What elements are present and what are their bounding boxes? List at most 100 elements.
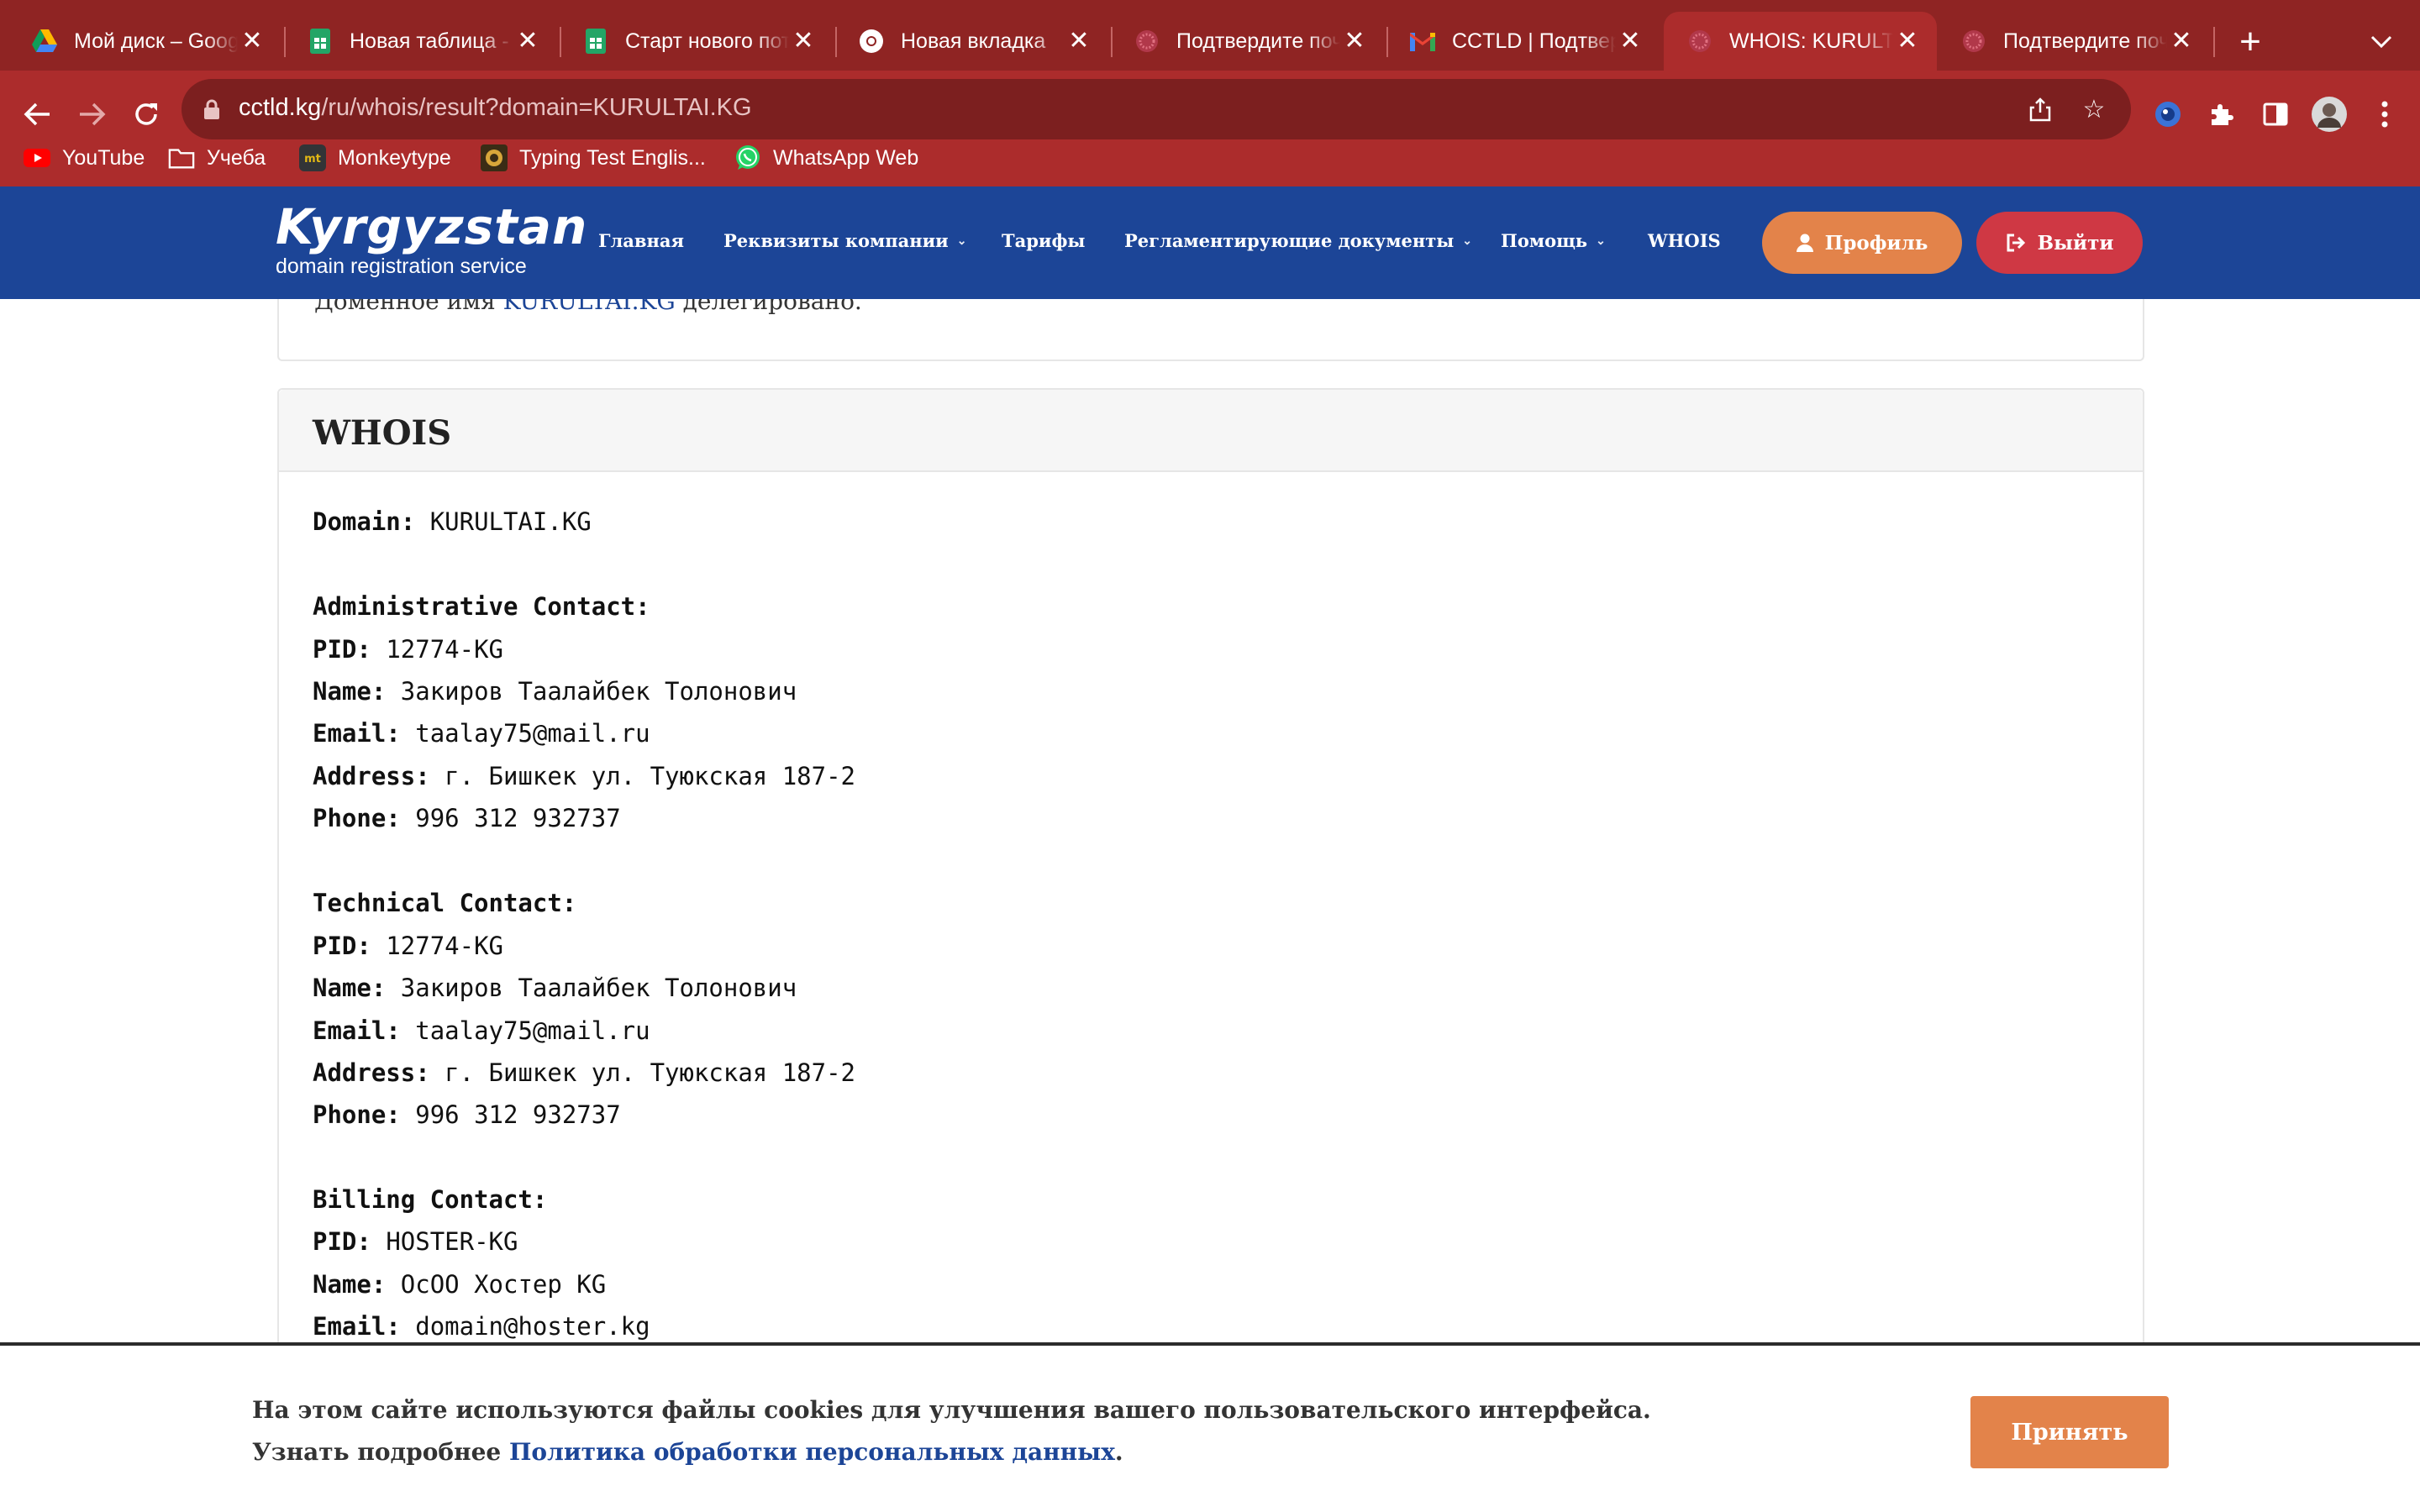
- field-label: Email:: [313, 719, 401, 748]
- browser-tab[interactable]: Подтвердите почту ✕: [1111, 12, 1384, 71]
- bookmark-label: Typing Test Englis...: [519, 145, 706, 170]
- site-header: Kyrgyzstan domain registration service Г…: [0, 186, 2420, 299]
- tab-title: CCTLD | Подтвердите почту: [1452, 29, 1616, 53]
- tab-title: Мой диск – Google Диск: [74, 29, 238, 53]
- contact-heading-text: Billing Contact:: [313, 1185, 548, 1214]
- bookmark-monkeytype[interactable]: mt Monkeytype: [299, 141, 451, 175]
- tab-search-chevron-icon[interactable]: [2361, 22, 2402, 62]
- cookie-message: На этом сайте используются файлы cookies…: [252, 1396, 1651, 1424]
- close-tab-icon[interactable]: ✕: [2167, 27, 2196, 55]
- cookie-more-suffix: .: [1114, 1438, 1123, 1466]
- bookmark-typing-test[interactable]: Typing Test Englis...: [481, 141, 706, 175]
- whois-field: Email: taalay75@mail.ru: [313, 719, 650, 748]
- nav-whois[interactable]: WHOIS: [1648, 230, 1721, 251]
- bookmark-folder[interactable]: Учеба: [168, 141, 266, 175]
- close-tab-icon[interactable]: ✕: [1893, 27, 1922, 55]
- nav-tariffs[interactable]: Тарифы: [1002, 230, 1085, 251]
- field-label: Domain:: [313, 507, 416, 536]
- close-tab-icon[interactable]: ✕: [789, 27, 818, 55]
- youtube-icon: [24, 144, 50, 171]
- field-value: HOSTER-KG: [386, 1227, 518, 1256]
- whois-domain-line: Domain: KURULTAI.KG: [313, 507, 592, 536]
- whois-field: Phone: 996 312 932737: [313, 1100, 621, 1129]
- close-tab-icon[interactable]: ✕: [1340, 27, 1369, 55]
- chevron-down-icon: ⌄: [956, 234, 967, 248]
- browser-tab[interactable]: Старт нового потока ✕: [560, 12, 833, 71]
- browser-tab[interactable]: Подтвердите почту ✕: [1938, 12, 2211, 71]
- close-tab-icon[interactable]: ✕: [1065, 27, 1093, 55]
- field-label: Email:: [313, 1016, 401, 1045]
- nav-label: WHOIS: [1648, 230, 1721, 251]
- user-icon: [1796, 234, 1813, 252]
- contact-heading-text: Administrative Contact:: [313, 592, 650, 621]
- svg-text:mt: mt: [304, 153, 321, 165]
- new-tab-button[interactable]: +: [2228, 20, 2272, 64]
- whois-field: PID: 12774-KG: [313, 932, 503, 960]
- bookmark-whatsapp[interactable]: WhatsApp Web: [734, 141, 918, 175]
- sign-out-icon: [2006, 234, 2026, 252]
- url-text[interactable]: cctld.kg/ru/whois/result?domain=KURULTAI…: [239, 94, 752, 122]
- profile-button[interactable]: Профиль: [1762, 212, 1962, 274]
- nav-home[interactable]: Главная: [598, 230, 684, 251]
- gmail-icon: [1410, 29, 1435, 54]
- field-label: Name:: [313, 1270, 387, 1299]
- close-tab-icon[interactable]: ✕: [1616, 27, 1644, 55]
- browser-tab[interactable]: Новая вкладка ✕: [835, 12, 1108, 71]
- whois-field: Name: Закиров Таалайбек Толонович: [313, 974, 797, 1002]
- close-tab-icon[interactable]: ✕: [513, 27, 542, 55]
- browser-tab[interactable]: Новая таблица - Google Таблицы ✕: [284, 12, 557, 71]
- field-value: Закиров Таалайбек Толонович: [400, 974, 797, 1002]
- cctld-icon: [1134, 29, 1160, 54]
- cctld-icon: [1961, 29, 1986, 54]
- tab-title: Новая вкладка: [901, 29, 1046, 53]
- tab-title: WHOIS: KURULTAI.KG: [1729, 29, 1893, 53]
- whatsapp-icon: [734, 144, 761, 171]
- url-host: cctld.kg: [239, 94, 322, 121]
- accept-cookies-button[interactable]: Принять: [1970, 1396, 2169, 1468]
- tab-title: Подтвердите почту: [2003, 29, 2167, 53]
- bookmarks-bar: YouTube Учеба mt Monkeytype Typing Test …: [0, 133, 2420, 183]
- whois-title: WHOIS: [313, 413, 452, 453]
- field-value: г. Бишкек ул. Туюкская 187-2: [445, 1058, 856, 1087]
- bookmark-star-icon[interactable]: ☆: [2075, 91, 2112, 128]
- google-drive-icon: [32, 29, 57, 54]
- field-label: Phone:: [313, 804, 401, 832]
- close-tab-icon[interactable]: ✕: [238, 27, 266, 55]
- nav-label: Главная: [598, 230, 684, 251]
- whois-field: PID: HOSTER-KG: [313, 1227, 518, 1256]
- whois-card-header: WHOIS: [279, 390, 2143, 472]
- share-icon[interactable]: [2022, 91, 2059, 128]
- logo-title: Kyrgyzstan: [276, 198, 588, 255]
- nav-help[interactable]: Помощь ⌄: [1501, 230, 1606, 251]
- google-sheets-icon: [308, 29, 333, 54]
- privacy-policy-link[interactable]: Политика обработки персональных данных: [509, 1438, 1115, 1466]
- lock-icon[interactable]: [203, 99, 220, 119]
- field-value: domain@hoster.kg: [415, 1312, 650, 1341]
- chevron-down-icon: ⌄: [1462, 234, 1473, 248]
- browser-tab[interactable]: CCTLD | Подтвердите почту ✕: [1386, 12, 1660, 71]
- whois-field: Email: domain@hoster.kg: [313, 1312, 650, 1341]
- whois-field: PID: 12774-KG: [313, 635, 503, 664]
- tab-separator: [2213, 27, 2215, 57]
- site-logo[interactable]: Kyrgyzstan domain registration service: [276, 200, 587, 279]
- bookmark-label: Учеба: [207, 145, 266, 170]
- bookmark-youtube[interactable]: YouTube: [24, 141, 145, 175]
- browser-toolbar: cctld.kg/ru/whois/result?domain=KURULTAI…: [0, 71, 2420, 202]
- profile-label: Профиль: [1824, 231, 1928, 255]
- field-value: 996 312 932737: [415, 1100, 621, 1129]
- browser-tab-active[interactable]: WHOIS: KURULTAI.KG ✕: [1664, 12, 1937, 71]
- field-label: Name:: [313, 974, 387, 1002]
- nav-regulations[interactable]: Регламентирующие документы ⌄: [1124, 230, 1472, 251]
- field-label: PID:: [313, 932, 371, 960]
- address-bar[interactable]: cctld.kg/ru/whois/result?domain=KURULTAI…: [182, 79, 2131, 139]
- tab-title: Новая таблица - Google Таблицы: [350, 29, 513, 53]
- browser-tab-strip: Мой диск – Google Диск ✕ Новая таблица -…: [0, 0, 2420, 71]
- chrome-icon: [859, 29, 884, 54]
- browser-tab[interactable]: Мой диск – Google Диск ✕: [8, 12, 281, 71]
- logout-button[interactable]: Выйти: [1976, 212, 2143, 274]
- nav-company-details[interactable]: Реквизиты компании ⌄: [723, 230, 966, 251]
- field-value: taalay75@mail.ru: [415, 719, 650, 748]
- cookie-consent-bar: На этом сайте используются файлы cookies…: [0, 1342, 2420, 1512]
- tab-title: Подтвердите почту: [1176, 29, 1340, 53]
- bookmark-label: YouTube: [62, 145, 145, 170]
